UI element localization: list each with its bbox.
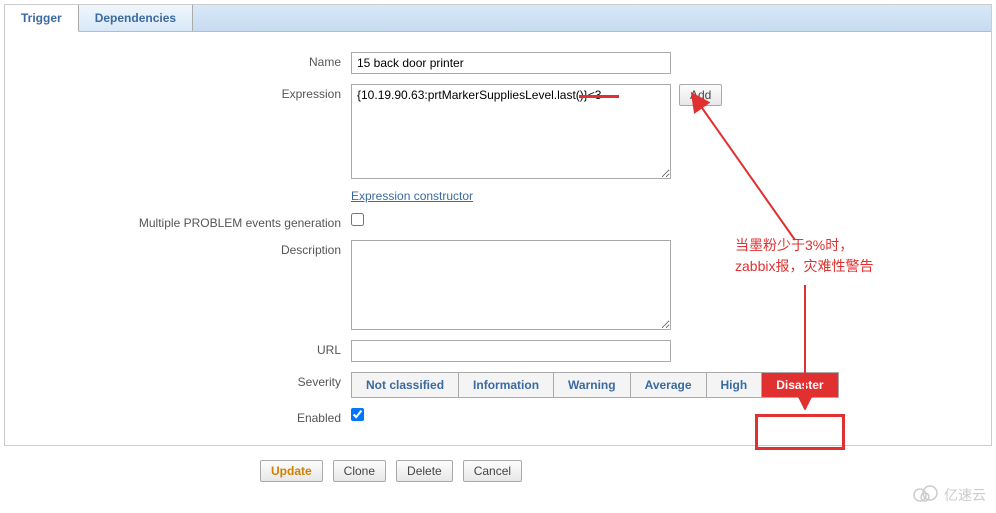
watermark: 亿速云 — [910, 484, 986, 505]
expression-textarea[interactable]: {10.19.90.63:prtMarkerSuppliesLevel.last… — [351, 84, 671, 179]
severity-label: Severity — [21, 372, 351, 389]
tab-dependencies[interactable]: Dependencies — [79, 5, 193, 31]
expression-constructor-link[interactable]: Expression constructor — [351, 189, 473, 203]
enabled-label: Enabled — [21, 408, 351, 425]
update-button[interactable]: Update — [260, 460, 323, 482]
actions-bar: Update Clone Delete Cancel — [0, 450, 996, 492]
delete-button[interactable]: Delete — [396, 460, 453, 482]
description-textarea[interactable] — [351, 240, 671, 330]
cloud-icon — [910, 484, 940, 505]
severity-information[interactable]: Information — [459, 373, 554, 397]
add-button[interactable]: Add — [679, 84, 722, 106]
name-input[interactable] — [351, 52, 671, 74]
severity-group: Not classified Information Warning Avera… — [351, 372, 839, 398]
severity-not-classified[interactable]: Not classified — [352, 373, 459, 397]
annotation-text: 当墨粉少于3%时， zabbix报，灾难性警告 — [735, 235, 873, 277]
multiple-problem-label: Multiple PROBLEM events generation — [21, 213, 351, 230]
url-input[interactable] — [351, 340, 671, 362]
tabs-bar: Trigger Dependencies — [5, 5, 991, 32]
severity-disaster[interactable]: Disaster — [762, 373, 837, 397]
cancel-button[interactable]: Cancel — [463, 460, 522, 482]
enabled-checkbox[interactable] — [351, 408, 364, 421]
tab-trigger[interactable]: Trigger — [5, 5, 79, 32]
expression-label: Expression — [21, 84, 351, 101]
url-label: URL — [21, 340, 351, 357]
severity-warning[interactable]: Warning — [554, 373, 631, 397]
name-label: Name — [21, 52, 351, 69]
description-label: Description — [21, 240, 351, 257]
severity-average[interactable]: Average — [631, 373, 707, 397]
clone-button[interactable]: Clone — [333, 460, 386, 482]
multiple-problem-checkbox[interactable] — [351, 213, 364, 226]
severity-high[interactable]: High — [707, 373, 763, 397]
watermark-text: 亿速云 — [944, 485, 986, 505]
